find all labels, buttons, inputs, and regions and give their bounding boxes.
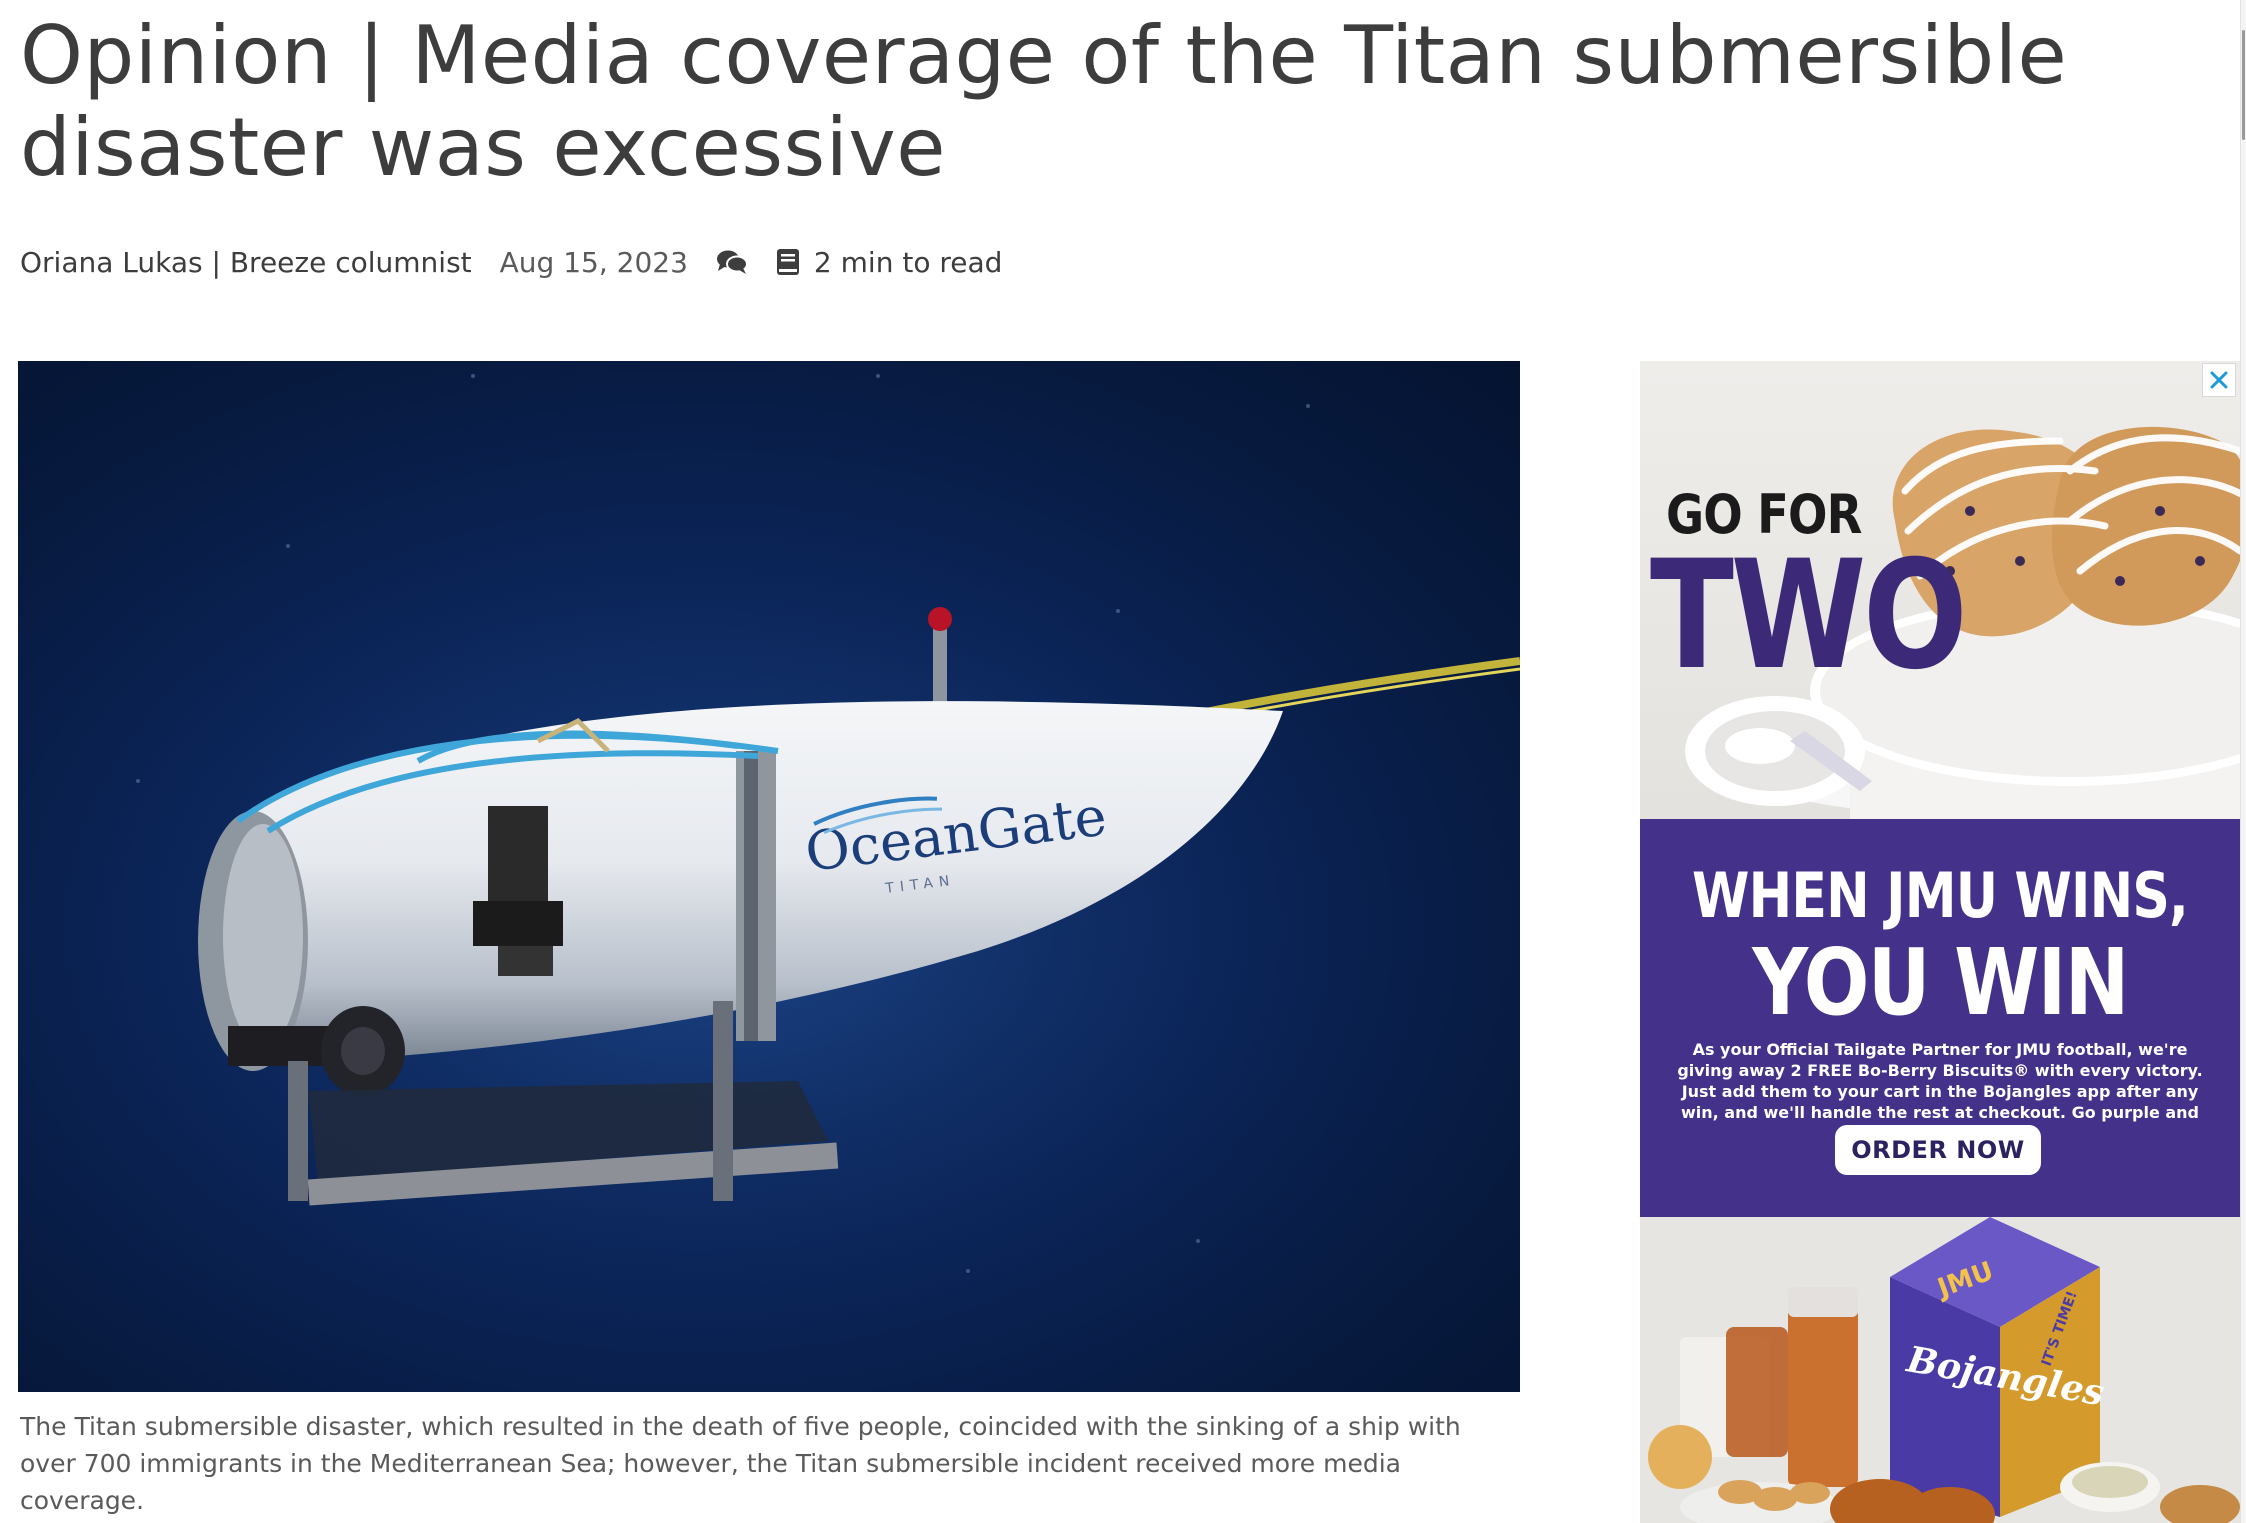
close-icon [2210, 371, 2228, 389]
ad-top-section: GO FOR TWO [1640, 361, 2240, 819]
ad-headline1: WHEN JMU WINS, [1692, 859, 2189, 932]
page-scrollbar[interactable] [2240, 0, 2246, 1523]
ad-close-button[interactable] [2202, 363, 2236, 397]
book-icon [776, 248, 800, 276]
bojangles-box-illustration: Bojangles JMU IT'S TIME! [1640, 1217, 2240, 1523]
read-time: 2 min to read [813, 245, 1003, 279]
article-headline: Opinion | Media coverage of the Titan su… [20, 9, 2068, 194]
byline: Oriana Lukas | Breeze columnist Aug 15, … [20, 242, 1002, 282]
ad-line2: TWO [1650, 529, 1968, 703]
ad-purple-section: WHEN JMU WINS, YOU WIN As your Official … [1640, 819, 2240, 1217]
scrollbar-thumb[interactable] [2242, 30, 2245, 140]
order-now-button[interactable]: ORDER NOW [1835, 1125, 2041, 1175]
comments-icon[interactable] [716, 249, 748, 275]
author-link[interactable]: Oriana Lukas | Breeze columnist [20, 246, 472, 279]
ad-headline2: YOU WIN [1752, 929, 2129, 1036]
hero-photo: OceanGate TITAN [18, 361, 1520, 1392]
ad-banner[interactable]: GO FOR TWO WHEN JMU WINS, YOU WIN As you… [1640, 361, 2240, 1523]
titan-submersible-image: OceanGate TITAN [18, 374, 1520, 1341]
ad-food-section: Bojangles JMU IT'S TIME! [1640, 1217, 2240, 1523]
photo-caption: The Titan submersible disaster, which re… [20, 1412, 1461, 1515]
publish-date: Aug 15, 2023 [499, 245, 688, 279]
